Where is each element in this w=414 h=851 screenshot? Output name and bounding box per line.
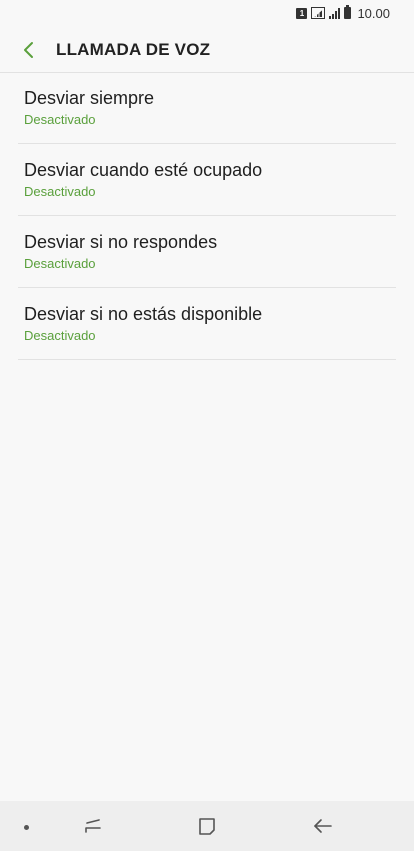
header: LLAMADA DE VOZ [0,28,414,73]
recent-apps-icon [85,819,101,833]
item-title: Desviar si no estás disponible [24,304,263,324]
list-item-desviar-siempre[interactable]: Desviar siempre Desactivado [18,72,396,144]
item-status: Desactivado [24,112,96,127]
list-item-desviar-no-disponible[interactable]: Desviar si no estás disponible Desactiva… [18,288,396,360]
settings-list: Desviar siempre Desactivado Desviar cuan… [0,72,414,360]
item-title: Desviar si no respondes [24,232,218,252]
home-button[interactable] [192,813,222,839]
signal-icon [329,7,341,19]
recent-apps-button[interactable] [78,813,108,839]
item-title: Desviar cuando esté ocupado [24,160,263,180]
item-status: Desactivado [24,256,96,271]
list-item-desviar-no-respondes[interactable]: Desviar si no respondes Desactivado [18,216,396,288]
item-status: Desactivado [24,328,96,343]
battery-icon [344,5,352,19]
item-status: Desactivado [24,184,96,199]
chevron-left-icon [24,42,33,58]
clock: 10.00 [357,5,390,21]
back-nav-button[interactable] [308,813,338,839]
list-item-desviar-ocupado[interactable]: Desviar cuando esté ocupado Desactivado [18,144,396,216]
navigation-bar [0,801,414,851]
page-title: LLAMADA DE VOZ [56,40,211,59]
dot-icon [24,825,29,830]
home-icon [199,818,215,835]
back-button[interactable] [14,30,44,70]
back-arrow-icon [314,819,332,833]
status-bar: 1 10.00 [0,0,414,26]
screen: 1 10.00 LLAMADA DE VOZ Desviar siempre D… [0,0,414,851]
hd-signal-icon [311,7,326,19]
item-title: Desviar siempre [24,88,155,108]
sim-icon: 1 [296,7,308,19]
